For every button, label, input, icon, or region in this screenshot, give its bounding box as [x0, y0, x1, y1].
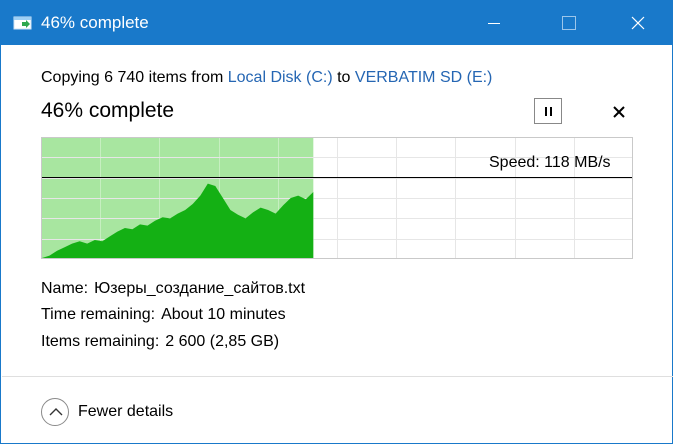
name-label: Name: [41, 280, 89, 297]
cancel-button[interactable] [607, 100, 631, 124]
source-link[interactable]: Local Disk (C:) [228, 69, 333, 86]
copy-prefix: Copying 6 740 items from [41, 69, 228, 86]
copy-arrow-icon [13, 14, 33, 32]
close-icon [631, 16, 645, 30]
divider [2, 376, 673, 377]
items-remaining-row: Items remaining: 2 600 (2,85 GB) [41, 331, 279, 353]
window-title: 46% complete [41, 13, 149, 32]
items-remaining-label: Items remaining: [41, 333, 160, 350]
maximize-button[interactable] [545, 1, 591, 45]
time-remaining-label: Time remaining: [41, 306, 156, 323]
title-bar[interactable]: 46% complete [1, 1, 672, 45]
close-icon [613, 106, 625, 118]
time-remaining-value: About 10 minutes [161, 306, 286, 323]
items-remaining-value: 2 600 (2,85 GB) [165, 333, 280, 350]
copy-summary: Copying 6 740 items from Local Disk (C:)… [41, 67, 492, 89]
destination-link[interactable]: VERBATIM SD (E:) [355, 69, 493, 86]
name-value: Юзеры_создание_сайтов.txt [94, 280, 306, 297]
copy-dialog-window: 46% complete Copying 6 740 items from Lo… [0, 0, 673, 444]
minimize-button[interactable] [471, 1, 517, 45]
fewer-details-label: Fewer details [78, 403, 174, 420]
speed-label: Speed: 118 MB/s [489, 154, 611, 171]
copy-middle: to [332, 69, 355, 86]
pause-button[interactable] [534, 98, 562, 124]
close-window-button[interactable] [615, 1, 661, 45]
time-remaining-row: Time remaining: About 10 minutes [41, 304, 286, 326]
chevron-up-icon [41, 398, 69, 426]
name-row: Name: Юзеры_создание_сайтов.txt [41, 278, 305, 300]
progress-heading: 46% complete [41, 99, 175, 122]
